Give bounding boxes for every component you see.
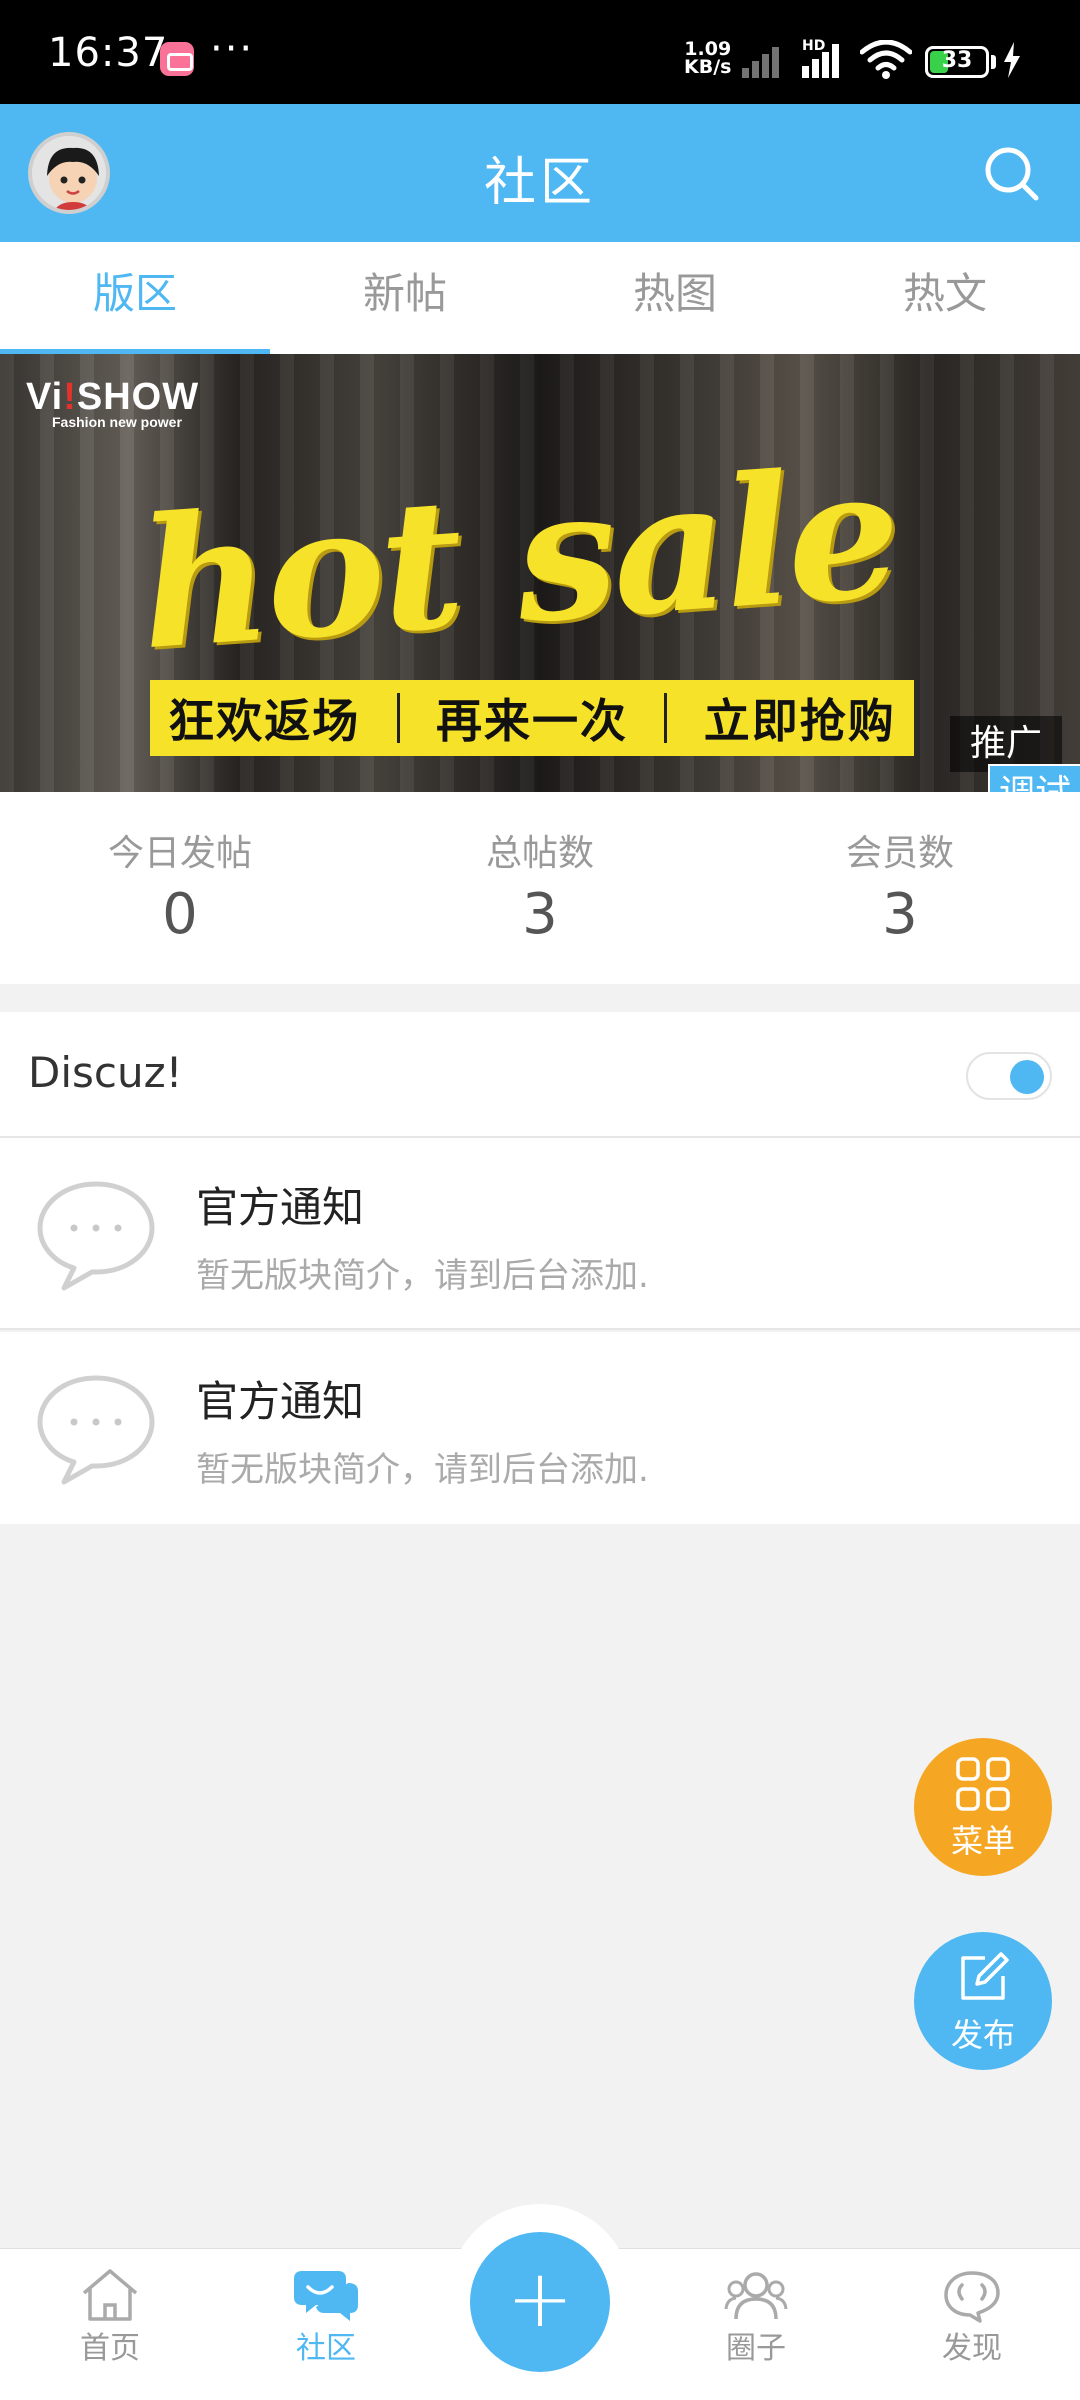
discover-icon bbox=[944, 2271, 1000, 2323]
battery-percent: 33 bbox=[941, 48, 973, 73]
stat-members: 会员数 3 bbox=[720, 792, 1080, 984]
network-speed-unit: KB/s bbox=[684, 56, 732, 78]
nav-community[interactable]: 社区 bbox=[226, 2249, 426, 2400]
signal-icon-secondary bbox=[742, 42, 792, 78]
forum-description: 暂无版块简介，请到后台添加. bbox=[196, 1450, 649, 1490]
banner-slogan: 立即抢购 bbox=[703, 694, 896, 748]
stat-label: 总帖数 bbox=[485, 833, 594, 874]
battery-cap bbox=[991, 55, 996, 69]
nav-circle[interactable]: 圈子 bbox=[656, 2249, 856, 2400]
banner-tagline: Fashion new power bbox=[52, 414, 182, 430]
bilibili-app-icon bbox=[160, 42, 194, 76]
chat-bubble-icon bbox=[37, 1375, 155, 1485]
post-fab-label: 发布 bbox=[950, 2016, 1015, 2054]
tab-bar: 版区 新帖 热图 热文 bbox=[0, 242, 1080, 354]
banner-divider bbox=[396, 693, 400, 743]
stat-label: 今日发帖 bbox=[107, 833, 252, 874]
stat-today-posts: 今日发帖 0 bbox=[0, 792, 360, 984]
app-header: 社区 bbox=[0, 104, 1080, 242]
menu-fab-button[interactable]: 菜单 bbox=[914, 1738, 1052, 1876]
banner-brand-logo: Vi!SHOW bbox=[26, 376, 200, 418]
banner-slogan: 狂欢返场 bbox=[168, 694, 361, 748]
post-fab-button[interactable]: 发布 bbox=[914, 1932, 1052, 2070]
banner-slogan: 再来一次 bbox=[435, 694, 628, 748]
section-title: Discuz! bbox=[28, 1048, 183, 1097]
group-icon bbox=[724, 2272, 788, 2320]
tab-forums[interactable]: 版区 bbox=[0, 242, 270, 354]
wifi-icon bbox=[860, 40, 912, 79]
stat-total-posts: 总帖数 3 bbox=[360, 792, 720, 984]
community-chat-icon bbox=[294, 2271, 358, 2321]
grid-icon bbox=[956, 1757, 1010, 1811]
nav-home[interactable]: 首页 bbox=[10, 2249, 210, 2400]
forum-name: 官方通知 bbox=[196, 1183, 365, 1232]
stat-value: 3 bbox=[882, 882, 918, 947]
tab-hot-articles[interactable]: 热文 bbox=[810, 242, 1080, 354]
home-icon bbox=[82, 2269, 138, 2321]
tab-hot-images[interactable]: 热图 bbox=[540, 242, 810, 354]
edit-icon bbox=[961, 1952, 1009, 2000]
search-icon bbox=[985, 147, 1039, 201]
status-time: 16:37 bbox=[48, 30, 169, 76]
signal-icon bbox=[802, 42, 852, 78]
forum-stats: 今日发帖 0 总帖数 3 会员数 3 bbox=[0, 792, 1080, 984]
chat-bubble-icon bbox=[37, 1181, 155, 1291]
stat-label: 会员数 bbox=[845, 833, 954, 874]
forum-list-item[interactable]: 官方通知 暂无版块简介，请到后台添加. bbox=[0, 1138, 1080, 1330]
tab-new-posts[interactable]: 新帖 bbox=[270, 242, 540, 354]
toggle-knob bbox=[1010, 1060, 1044, 1094]
stat-value: 3 bbox=[522, 882, 558, 947]
banner-slogan-strip: 狂欢返场 再来一次 立即抢购 bbox=[150, 680, 914, 756]
banner-divider bbox=[664, 693, 668, 743]
status-bar: 16:37 ··· 1.09 KB/s HD 33 bbox=[0, 0, 1080, 104]
nav-home-label: 首页 bbox=[80, 2331, 140, 2366]
charging-icon bbox=[1004, 42, 1020, 78]
stat-value: 0 bbox=[162, 882, 198, 947]
more-notifications-icon: ··· bbox=[210, 26, 255, 72]
menu-fab-label: 菜单 bbox=[950, 1822, 1015, 1860]
forum-name: 官方通知 bbox=[196, 1377, 365, 1426]
network-speed: 1.09 KB/s bbox=[684, 40, 732, 78]
forum-description: 暂无版块简介，请到后台添加. bbox=[196, 1256, 649, 1296]
battery-icon: 33 bbox=[925, 46, 989, 78]
section-header: Discuz! bbox=[0, 1012, 1080, 1138]
nav-circle-label: 圈子 bbox=[726, 2331, 786, 2366]
forum-list-item[interactable]: 官方通知 暂无版块简介，请到后台添加. bbox=[0, 1332, 1080, 1524]
page-title: 社区 bbox=[483, 153, 596, 213]
nav-discover-label: 发现 bbox=[942, 2331, 1002, 2366]
search-button[interactable] bbox=[980, 142, 1044, 206]
nav-community-label: 社区 bbox=[296, 2331, 356, 2366]
section-collapse-toggle[interactable] bbox=[966, 1052, 1052, 1100]
nav-discover[interactable]: 发现 bbox=[872, 2249, 1072, 2400]
add-post-button[interactable]: + bbox=[470, 2232, 610, 2372]
